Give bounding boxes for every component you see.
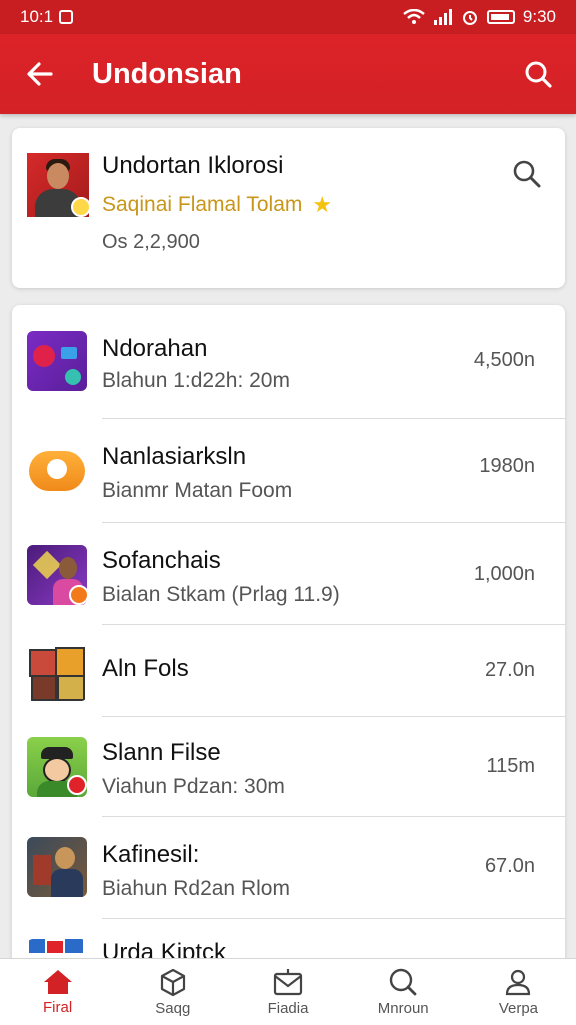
- status-time-right: 9:30: [522, 7, 556, 26]
- item-value: 4,500n: [473, 349, 535, 371]
- nav-item-verpa[interactable]: Verpa: [461, 959, 576, 1025]
- item-title: Sofanchais: [102, 547, 221, 574]
- item-title: Kafinesil:: [102, 841, 200, 868]
- item-value: 115m: [486, 755, 535, 777]
- list-item[interactable]: Kafinesil: Biahun Rd2an Rlom 67.0n: [12, 817, 565, 919]
- app-icon: [27, 641, 87, 701]
- profile-subtitle-text: Saqinai Flamal Tolam: [102, 193, 303, 216]
- app-icon: [27, 439, 87, 499]
- nav-label: Verpa: [498, 1000, 539, 1017]
- person-icon: [506, 969, 531, 996]
- item-subtitle: Blahun 1:d22h: 20m: [102, 369, 290, 392]
- status-left: 10:1: [20, 7, 74, 27]
- status-right: 9:30: [403, 7, 556, 27]
- bottom-nav: Firal Saqg Fiadia Mnroun Verpa: [0, 958, 576, 1025]
- nav-label: Mnroun: [377, 1000, 429, 1017]
- home-icon: [43, 970, 72, 994]
- item-title: Slann Filse: [102, 739, 221, 766]
- signal-icon: [433, 9, 452, 25]
- back-button[interactable]: [22, 56, 58, 92]
- app-icon: [27, 331, 87, 391]
- mail-icon: [273, 969, 303, 996]
- battery-icon: [486, 10, 515, 24]
- profile-search-button[interactable]: [507, 154, 547, 194]
- item-title: Nanlasiarksln: [102, 443, 247, 470]
- list-card: Ndorahan Blahun 1:d22h: 20m 4,500n Nanla…: [12, 305, 565, 965]
- alarm-icon: [462, 11, 477, 25]
- item-subtitle: Bianmr Matan Foom: [102, 479, 293, 502]
- item-value: 1,000n: [473, 563, 535, 585]
- search-icon: [390, 968, 417, 996]
- list-item[interactable]: Sofanchais Bialan Stkam (Prlag 11.9) 1,0…: [12, 523, 565, 625]
- item-subtitle: Bialan Stkam (Prlag 11.9): [102, 583, 340, 606]
- item-title: Aln Fols: [102, 655, 189, 682]
- nav-item-mnroun[interactable]: Mnroun: [346, 959, 461, 1025]
- app-title: Undonsian: [92, 58, 242, 90]
- list-item[interactable]: Slann Filse Viahun Pdzan: 30m 115m: [12, 717, 565, 817]
- status-time-left: 10:1: [20, 7, 54, 26]
- wifi-icon: [403, 9, 425, 24]
- profile-name: Undortan Iklorosi: [102, 152, 284, 179]
- nav-label: Firal: [43, 999, 73, 1016]
- arrow-left-icon: [27, 62, 53, 86]
- search-button[interactable]: [518, 54, 558, 94]
- list-item[interactable]: Aln Fols 27.0n: [12, 625, 565, 717]
- nav-item-home[interactable]: Firal: [0, 959, 115, 1025]
- item-value: 27.0n: [484, 659, 535, 681]
- item-title: Ndorahan: [102, 335, 208, 362]
- app-icon: [27, 545, 87, 605]
- box-icon: [160, 968, 185, 997]
- badge-icon: [71, 197, 89, 217]
- app-icon: [27, 737, 87, 797]
- nav-label: Saqg: [155, 1000, 191, 1017]
- nav-item-saqg[interactable]: Saqg: [115, 959, 230, 1025]
- search-icon: [513, 160, 541, 188]
- notification-icon: [59, 10, 74, 24]
- nav-label: Fiadia: [267, 1000, 309, 1017]
- avatar: [27, 153, 89, 217]
- profile-card[interactable]: Undortan Iklorosi Saqinai Flamal Tolam ★…: [12, 128, 565, 288]
- list-item[interactable]: Nanlasiarksln Bianmr Matan Foom 1980n: [12, 419, 565, 523]
- item-value: 67.0n: [484, 855, 535, 877]
- list-item[interactable]: Ndorahan Blahun 1:d22h: 20m 4,500n: [12, 305, 565, 419]
- item-subtitle: Biahun Rd2an Rlom: [102, 877, 290, 900]
- search-icon: [525, 61, 552, 88]
- nav-item-fiadia[interactable]: Fiadia: [230, 959, 345, 1025]
- profile-subtitle: Saqinai Flamal Tolam ★: [102, 192, 332, 218]
- star-icon: ★: [312, 192, 333, 217]
- app-bar: Undonsian: [0, 34, 576, 114]
- status-bar: 10:1 9:30: [0, 0, 576, 34]
- item-value: 1980n: [479, 455, 535, 477]
- app-icon: [27, 837, 87, 897]
- item-subtitle: Viahun Pdzan: 30m: [102, 775, 285, 798]
- profile-count: Os 2,2,900: [102, 231, 200, 253]
